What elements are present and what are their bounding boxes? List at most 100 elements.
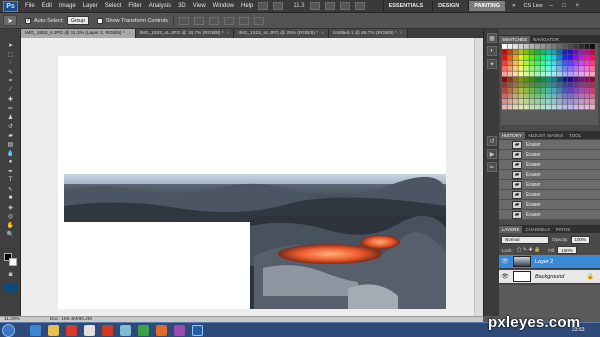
swatch-cell[interactable]: [524, 71, 529, 77]
swatch-cell[interactable]: [502, 77, 507, 82]
menu-select[interactable]: Select: [105, 3, 122, 9]
swatch-cell[interactable]: [502, 55, 507, 60]
swatch-cell[interactable]: [579, 55, 584, 60]
swatch-cell[interactable]: [524, 49, 529, 55]
swatch-cell[interactable]: [535, 93, 540, 99]
minimize-icon[interactable]: –: [547, 2, 556, 10]
swatch-cell[interactable]: [551, 44, 557, 49]
blur-tool-icon[interactable]: 💧: [4, 149, 17, 157]
swatch-cell[interactable]: [535, 55, 540, 60]
swatch-cell[interactable]: [568, 88, 573, 93]
arrange-documents-icon[interactable]: [339, 2, 350, 10]
swatch-cell[interactable]: [507, 93, 513, 99]
swatch-cell[interactable]: [551, 60, 557, 66]
swatch-cell[interactable]: [551, 55, 557, 60]
swatch-cell[interactable]: [507, 49, 513, 55]
lasso-tool-icon[interactable]: ◌: [4, 59, 17, 67]
swatch-cell[interactable]: [502, 44, 507, 49]
history-item[interactable]: ▰ Eraser: [499, 180, 600, 190]
swatch-cell[interactable]: [524, 77, 529, 82]
menu-edit[interactable]: Edit: [42, 3, 52, 9]
swatch-cell[interactable]: [529, 60, 535, 66]
swatch-cell[interactable]: [557, 104, 562, 110]
swatch-cell[interactable]: [573, 93, 579, 99]
swatch-cell[interactable]: [502, 60, 507, 66]
swatch-cell[interactable]: [507, 88, 513, 93]
workspace-essentials[interactable]: ESSENTIALS: [382, 1, 429, 11]
swatch-cell[interactable]: [557, 44, 562, 49]
swatch-cell[interactable]: [562, 60, 568, 66]
swatch-cell[interactable]: [518, 44, 524, 49]
swatch-cell[interactable]: [551, 104, 557, 110]
tab-img-1503[interactable]: IMG_1503_sL.JPG @ 16.7% (RGB/8) * ×: [135, 29, 235, 38]
swatch-cell[interactable]: [579, 82, 584, 88]
close-icon[interactable]: ×: [573, 2, 582, 10]
history-item[interactable]: ▰ Eraser: [499, 170, 600, 180]
swatch-cell[interactable]: [540, 44, 546, 49]
more-workspaces-icon[interactable]: »: [512, 3, 515, 9]
swatch-cell[interactable]: [557, 55, 562, 60]
ie-taskbar-icon[interactable]: [30, 325, 41, 336]
swatch-cell[interactable]: [590, 66, 595, 71]
history-item[interactable]: ▰ Eraser: [499, 140, 600, 150]
swatch-cell[interactable]: [502, 49, 507, 55]
swatch-cell[interactable]: [502, 66, 507, 71]
swatch-cell[interactable]: [573, 60, 579, 66]
marquee-tool-icon[interactable]: ⬚: [4, 50, 17, 58]
swatch-cell[interactable]: [551, 77, 557, 82]
swatch-cell[interactable]: [573, 77, 579, 82]
fill-field[interactable]: 100%: [557, 246, 577, 254]
swatch-cell[interactable]: [579, 93, 584, 99]
swatch-cell[interactable]: [535, 66, 540, 71]
show-transform-checkbox[interactable]: [96, 17, 103, 24]
swatch-cell[interactable]: [573, 82, 579, 88]
align-right-icon[interactable]: [253, 16, 264, 25]
swatch-cell[interactable]: [562, 44, 568, 49]
swatch-cell[interactable]: [584, 104, 590, 110]
tab-close-icon[interactable]: ×: [227, 31, 230, 36]
menu-help[interactable]: Help: [241, 3, 253, 9]
hand-tool-icon[interactable]: ✋: [4, 221, 17, 229]
swatch-cell[interactable]: [584, 66, 590, 71]
swatch-cell[interactable]: [513, 88, 518, 93]
swatch-cell[interactable]: [546, 93, 551, 99]
vertical-scrollbar[interactable]: [474, 38, 483, 316]
swatch-cell[interactable]: [579, 77, 584, 82]
swatch-cell[interactable]: [529, 93, 535, 99]
swatch-cell[interactable]: [579, 88, 584, 93]
swatch-cell[interactable]: [502, 99, 507, 104]
align-center-icon[interactable]: [238, 16, 249, 25]
bridge-icon[interactable]: [258, 2, 269, 10]
swatch-cell[interactable]: [579, 104, 584, 110]
swatch-cell[interactable]: [551, 99, 557, 104]
swatch-cell[interactable]: [579, 66, 584, 71]
swatch-cell[interactable]: [546, 104, 551, 110]
swatch-cell[interactable]: [518, 99, 524, 104]
swatch-cell[interactable]: [590, 93, 595, 99]
swatch-cell[interactable]: [513, 66, 518, 71]
swatch-cell[interactable]: [502, 71, 507, 77]
hand-tool-icon[interactable]: [309, 2, 320, 10]
swatch-cell[interactable]: [524, 55, 529, 60]
visibility-eye-icon[interactable]: 👁: [501, 258, 509, 266]
swatch-cell[interactable]: [507, 82, 513, 88]
swatch-cell[interactable]: [546, 66, 551, 71]
swatch-cell[interactable]: [540, 82, 546, 88]
swatch-cell[interactable]: [546, 88, 551, 93]
swatch-cell[interactable]: [546, 60, 551, 66]
swatch-cell[interactable]: [518, 49, 524, 55]
swatch-cell[interactable]: [562, 55, 568, 60]
swatch-cell[interactable]: [540, 49, 546, 55]
swatch-cell[interactable]: [573, 99, 579, 104]
swatch-cell[interactable]: [540, 99, 546, 104]
start-button[interactable]: [2, 324, 15, 337]
swatch-cell[interactable]: [524, 88, 529, 93]
swatch-cell[interactable]: [513, 55, 518, 60]
swatch-cell[interactable]: [590, 55, 595, 60]
blend-mode-dropdown[interactable]: Normal: [501, 235, 549, 244]
swatch-cell[interactable]: [562, 88, 568, 93]
swatch-cell[interactable]: [546, 99, 551, 104]
pen-tool-icon[interactable]: ✒: [4, 167, 17, 175]
tab-close-icon[interactable]: ×: [321, 31, 324, 36]
history-item[interactable]: ▰ Eraser: [499, 160, 600, 170]
